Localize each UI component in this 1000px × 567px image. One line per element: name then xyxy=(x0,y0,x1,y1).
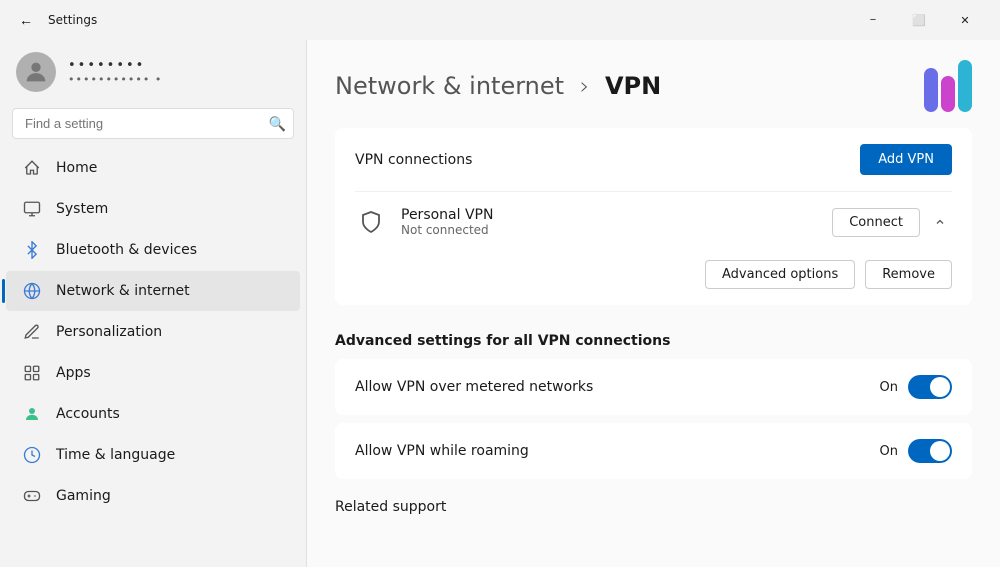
breadcrumb-current: VPN xyxy=(605,72,661,100)
breadcrumb-parent: Network & internet xyxy=(335,72,564,100)
user-sub: ••••••••••• • xyxy=(68,73,162,86)
sidebar-item-label-apps: Apps xyxy=(56,365,91,381)
advanced-settings-title: Advanced settings for all VPN connection… xyxy=(335,317,972,359)
apps-icon xyxy=(22,363,42,383)
toggle-row-roaming: Allow VPN while roaming On xyxy=(335,423,972,479)
sidebar-item-personalization[interactable]: Personalization xyxy=(6,312,300,352)
user-info: •••••••• ••••••••••• • xyxy=(68,58,162,86)
add-vpn-button[interactable]: Add VPN xyxy=(860,144,952,175)
sidebar-item-bluetooth[interactable]: Bluetooth & devices xyxy=(6,230,300,270)
sidebar-item-apps[interactable]: Apps xyxy=(6,353,300,393)
toggle-card-metered: Allow VPN over metered networks On xyxy=(335,359,972,415)
avatar xyxy=(16,52,56,92)
personalization-icon xyxy=(22,322,42,342)
remove-vpn-button[interactable]: Remove xyxy=(865,260,952,289)
sidebar-item-label-bluetooth: Bluetooth & devices xyxy=(56,242,197,258)
gaming-icon xyxy=(22,486,42,506)
time-icon xyxy=(22,445,42,465)
user-profile[interactable]: •••••••• ••••••••••• • xyxy=(0,40,306,108)
sidebar-item-label-network: Network & internet xyxy=(56,283,190,299)
back-button[interactable]: ← xyxy=(12,6,40,34)
toggle-switch-metered[interactable] xyxy=(908,375,952,399)
toggle-right-roaming: On xyxy=(880,439,952,463)
toggle-label-roaming: Allow VPN while roaming xyxy=(355,443,529,459)
sidebar-item-label-accounts: Accounts xyxy=(56,406,120,422)
vpn-collapse-button[interactable] xyxy=(928,212,952,232)
avatar-inner xyxy=(16,52,56,92)
vpn-details: Personal VPN Not connected xyxy=(401,207,493,237)
search-input[interactable] xyxy=(12,108,294,139)
toggle-card-roaming: Allow VPN while roaming On xyxy=(335,423,972,479)
content-header: Network & internet › VPN xyxy=(307,40,1000,128)
connect-button[interactable]: Connect xyxy=(832,208,920,237)
username: •••••••• xyxy=(68,58,162,73)
sidebar-item-label-gaming: Gaming xyxy=(56,488,111,504)
sidebar-item-network[interactable]: Network & internet xyxy=(6,271,300,311)
breadcrumb-separator: › xyxy=(580,72,590,100)
minimize-button[interactable]: − xyxy=(850,4,896,36)
app-title: Settings xyxy=(48,13,97,27)
sidebar-item-home[interactable]: Home xyxy=(6,148,300,188)
advanced-options-button[interactable]: Advanced options xyxy=(705,260,855,289)
toggle-row-metered: Allow VPN over metered networks On xyxy=(335,359,972,415)
vpn-status: Not connected xyxy=(401,223,493,237)
sidebar-item-gaming[interactable]: Gaming xyxy=(6,476,300,516)
vpn-connections-card: VPN connections Add VPN xyxy=(335,128,972,305)
search-box: 🔍 xyxy=(12,108,294,139)
toggle-state-roaming: On xyxy=(880,444,898,459)
breadcrumb: Network & internet › VPN xyxy=(335,72,661,100)
home-icon xyxy=(22,158,42,178)
sidebar-item-label-personalization: Personalization xyxy=(56,324,162,340)
toggle-state-metered: On xyxy=(880,380,898,395)
sidebar: •••••••• ••••••••••• • 🔍 Home xyxy=(0,40,306,567)
sidebar-item-label-time: Time & language xyxy=(56,447,175,463)
content-inner: VPN connections Add VPN xyxy=(307,128,1000,551)
toggle-label-metered: Allow VPN over metered networks xyxy=(355,379,593,395)
logo-bar-2 xyxy=(941,76,955,112)
logo-bar-1 xyxy=(924,68,938,112)
vpn-name: Personal VPN xyxy=(401,207,493,223)
toggle-switch-roaming[interactable] xyxy=(908,439,952,463)
toggle-right-metered: On xyxy=(880,375,952,399)
logo-bar-3 xyxy=(958,60,972,112)
vpn-item-top: Personal VPN Not connected Connect xyxy=(355,206,952,238)
sidebar-item-time[interactable]: Time & language xyxy=(6,435,300,475)
search-icon[interactable]: 🔍 xyxy=(269,115,286,132)
network-icon xyxy=(22,281,42,301)
content-area: Network & internet › VPN VPN connections… xyxy=(307,40,1000,567)
window-controls: − ⬜ ✕ xyxy=(850,4,988,36)
close-button[interactable]: ✕ xyxy=(942,4,988,36)
sidebar-item-label-system: System xyxy=(56,201,108,217)
personal-vpn-item: Personal VPN Not connected Connect xyxy=(335,192,972,252)
related-support-title: Related support xyxy=(335,487,972,523)
vpn-connections-title: VPN connections xyxy=(355,152,472,168)
vpn-shield-icon xyxy=(355,206,387,238)
accounts-icon xyxy=(22,404,42,424)
app-body: •••••••• ••••••••••• • 🔍 Home xyxy=(0,40,1000,567)
logo-widget xyxy=(924,60,972,112)
bluetooth-icon xyxy=(22,240,42,260)
vpn-expanded-options: Advanced options Remove xyxy=(335,252,972,305)
sidebar-item-accounts[interactable]: Accounts xyxy=(6,394,300,434)
vpn-connections-header: VPN connections Add VPN xyxy=(335,128,972,191)
nav-list: Home System Bluetooth & devices xyxy=(0,147,306,559)
title-bar: ← Settings − ⬜ ✕ xyxy=(0,0,1000,40)
system-icon xyxy=(22,199,42,219)
vpn-item-left: Personal VPN Not connected xyxy=(355,206,493,238)
sidebar-item-label-home: Home xyxy=(56,160,97,176)
maximize-button[interactable]: ⬜ xyxy=(896,4,942,36)
sidebar-item-system[interactable]: System xyxy=(6,189,300,229)
vpn-actions: Connect xyxy=(832,208,952,237)
